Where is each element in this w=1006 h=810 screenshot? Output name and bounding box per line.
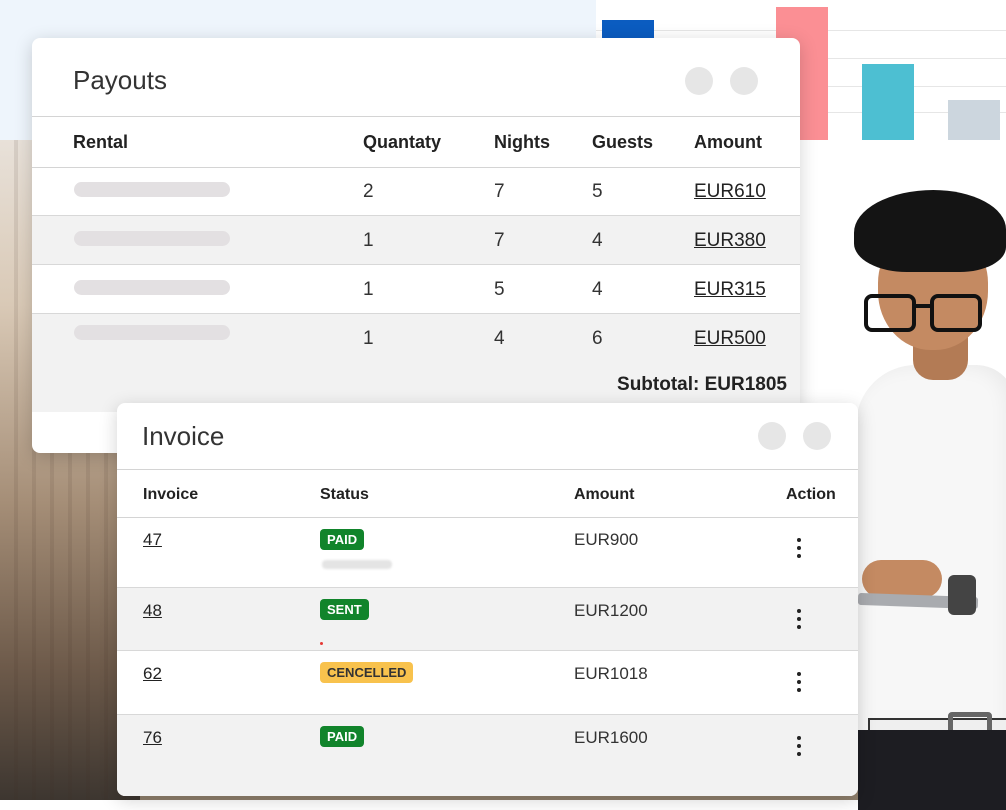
payouts-row: 1 5 4 EUR315: [32, 265, 800, 314]
amount-link[interactable]: EUR500: [694, 328, 766, 350]
amount-link[interactable]: EUR315: [694, 279, 766, 301]
invoice-number-link[interactable]: 47: [143, 530, 162, 550]
column-header-guests: Guests: [592, 132, 654, 152]
quantity-cell: 1: [363, 328, 374, 349]
window-control-button[interactable]: [730, 67, 758, 95]
nights-cell: 7: [494, 230, 505, 251]
guests-cell: 4: [592, 279, 603, 300]
invoice-amount: EUR900: [574, 530, 639, 549]
window-control-button[interactable]: [758, 422, 786, 450]
status-badge: CENCELLED: [320, 662, 414, 683]
column-header-amount: Amount: [694, 132, 762, 152]
nights-cell: 4: [494, 328, 505, 349]
invoice-number-link[interactable]: 48: [143, 601, 162, 621]
status-detail-placeholder: [322, 560, 392, 569]
payouts-row: 1 7 4 EUR380: [32, 216, 800, 265]
invoice-amount: EUR1018: [574, 664, 648, 683]
column-header-status: Status: [320, 486, 369, 503]
column-header-invoice: Invoice: [143, 486, 199, 503]
payouts-row: 1 4 6 EUR500: [32, 314, 800, 362]
chart-bar-grey: [948, 100, 1000, 140]
column-header-quantity: Quantaty: [363, 132, 442, 152]
invoice-window: Invoice Invoice Status Amount Action 47 …: [117, 403, 858, 796]
guests-cell: 4: [592, 230, 603, 251]
invoice-table-header: Invoice Status Amount Action: [117, 469, 858, 518]
kebab-menu-icon[interactable]: [797, 672, 803, 696]
column-header-action: Action: [786, 486, 836, 503]
invoice-title: Invoice: [142, 421, 225, 451]
payouts-table-header: Rental Quantaty Nights Guests Amount: [32, 116, 800, 168]
status-badge: PAID: [320, 529, 365, 550]
nights-cell: 5: [494, 279, 505, 300]
payouts-subtotal: Subtotal: EUR1805: [617, 374, 787, 395]
quantity-cell: 1: [363, 230, 374, 251]
invoice-number-link[interactable]: 62: [143, 664, 162, 684]
window-control-button[interactable]: [685, 67, 713, 95]
window-control-button[interactable]: [803, 422, 831, 450]
kebab-menu-icon[interactable]: [797, 609, 803, 633]
rental-name-placeholder: [74, 182, 230, 197]
person-photo: [838, 190, 1006, 810]
quantity-cell: 1: [363, 279, 374, 300]
invoice-row: 62 CENCELLED EUR1018: [117, 651, 858, 715]
guests-cell: 5: [592, 181, 603, 202]
payouts-window: Payouts Rental Quantaty Nights Guests Am…: [32, 38, 800, 453]
status-indicator-dot: [320, 642, 323, 645]
invoice-number-link[interactable]: 76: [143, 728, 162, 748]
guests-cell: 6: [592, 328, 603, 349]
rental-name-placeholder: [74, 280, 230, 295]
rental-name-placeholder: [74, 325, 230, 340]
status-badge: SENT: [320, 599, 369, 620]
status-badge: PAID: [320, 726, 365, 747]
column-header-nights: Nights: [494, 132, 550, 152]
quantity-cell: 2: [363, 181, 374, 202]
column-header-rental: Rental: [73, 132, 129, 152]
invoice-row: 48 SENT EUR1200: [117, 588, 858, 651]
kebab-menu-icon[interactable]: [797, 538, 803, 562]
kebab-menu-icon[interactable]: [797, 736, 803, 760]
invoice-row: 47 PAID EUR900: [117, 517, 858, 588]
wristwatch: [948, 575, 976, 615]
amount-link[interactable]: EUR610: [694, 181, 766, 203]
nights-cell: 7: [494, 181, 505, 202]
payouts-row: 2 7 5 EUR610: [32, 167, 800, 216]
chart-bar-teal: [862, 64, 914, 140]
invoice-amount: EUR1200: [574, 601, 648, 620]
invoice-row: 76 PAID EUR1600: [117, 715, 858, 796]
invoice-amount: EUR1600: [574, 728, 648, 747]
column-header-amount: Amount: [574, 486, 635, 503]
amount-link[interactable]: EUR380: [694, 230, 766, 252]
rental-name-placeholder: [74, 231, 230, 246]
payouts-title: Payouts: [73, 65, 167, 95]
